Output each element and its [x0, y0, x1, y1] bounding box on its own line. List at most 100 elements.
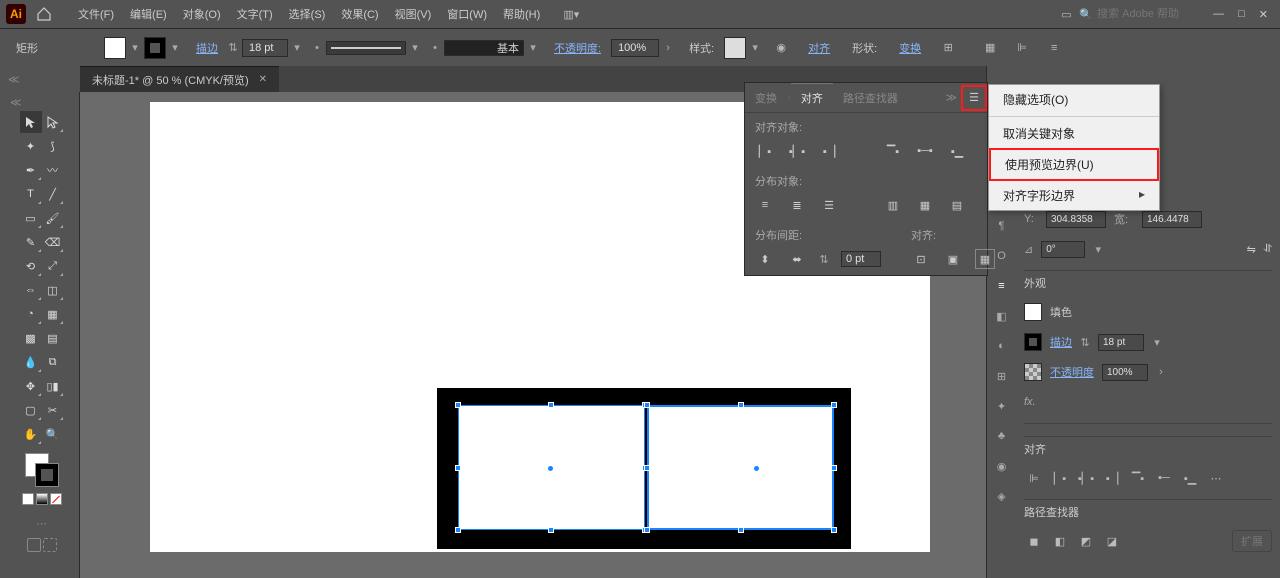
- search-input[interactable]: [1097, 8, 1197, 20]
- doc-setup-icon[interactable]: ▭: [1055, 3, 1077, 25]
- chevron-down-icon[interactable]: ▾: [292, 41, 302, 54]
- layout-icon[interactable]: ▥▾: [560, 3, 582, 25]
- direct-selection-tool[interactable]: [42, 111, 64, 133]
- fill-swatch[interactable]: [104, 37, 126, 59]
- selected-rect-2[interactable]: [647, 405, 834, 530]
- eraser-tool[interactable]: ⌫: [42, 231, 64, 253]
- slice-tool[interactable]: ✂: [42, 399, 64, 421]
- chevron-down-icon[interactable]: ▾: [130, 41, 140, 54]
- align-left-icon[interactable]: ▏▪: [755, 141, 775, 161]
- document-tab[interactable]: 未标题-1* @ 50 % (CMYK/预览) ✕: [80, 66, 279, 93]
- align-right-mini[interactable]: ▪▕: [1102, 468, 1122, 488]
- menu-align-glyph[interactable]: 对齐字形边界: [989, 181, 1159, 210]
- minimize-button[interactable]: —: [1213, 8, 1224, 21]
- stroke-swatch[interactable]: [144, 37, 166, 59]
- close-button[interactable]: ✕: [1259, 8, 1268, 21]
- transparency-icon[interactable]: ◐: [992, 336, 1012, 356]
- y-input[interactable]: [1046, 211, 1106, 228]
- angle-input[interactable]: [1041, 241, 1085, 258]
- pathfinder-intersect-icon[interactable]: ◩: [1076, 531, 1096, 551]
- stroke-label[interactable]: 描边: [190, 38, 224, 58]
- align-vcenter-mini[interactable]: ▪─: [1154, 468, 1174, 488]
- panel-flyout-menu[interactable]: ☰: [961, 85, 987, 111]
- stroke-panel-icon[interactable]: ≡: [992, 276, 1012, 296]
- align-hcenter-icon[interactable]: ▪▏▪: [787, 141, 807, 161]
- stroke-panel-label[interactable]: 描边: [1050, 334, 1072, 350]
- align-bottom-mini[interactable]: ▪▁: [1180, 468, 1200, 488]
- width-tool[interactable]: ⇔: [20, 279, 42, 301]
- collapse-toolbar-icon[interactable]: ≪: [0, 66, 80, 92]
- align-label[interactable]: 对齐: [802, 38, 836, 58]
- distribute-vcenter-icon[interactable]: ≣: [787, 195, 807, 215]
- align-more-icon[interactable]: ⋯: [1206, 468, 1226, 488]
- pathfinder-unite-icon[interactable]: ◼: [1024, 531, 1044, 551]
- curvature-tool[interactable]: 〰: [42, 159, 64, 181]
- chevron-right-icon[interactable]: ›: [663, 42, 673, 54]
- align-panel-icon[interactable]: ⊫: [1011, 37, 1033, 59]
- menu-help[interactable]: 帮助(H): [495, 2, 548, 26]
- eyedropper-tool[interactable]: 💧: [20, 351, 42, 373]
- brush-definition[interactable]: 基本: [444, 40, 524, 56]
- fill-color-swatch[interactable]: [1024, 303, 1042, 321]
- line-tool[interactable]: ╱: [42, 183, 64, 205]
- lasso-tool[interactable]: ⟆: [42, 135, 64, 157]
- menu-file[interactable]: 文件(F): [70, 2, 122, 26]
- artboard-tool[interactable]: ▢: [20, 399, 42, 421]
- fill-stroke-swatch[interactable]: [25, 453, 59, 487]
- flip-v-icon[interactable]: ⥯: [1264, 243, 1272, 256]
- isolate-icon[interactable]: ▦: [979, 37, 1001, 59]
- align-right-icon[interactable]: ▪▕: [819, 141, 839, 161]
- align-top-mini[interactable]: ▔▪: [1128, 468, 1148, 488]
- expand-button[interactable]: 扩展: [1232, 530, 1272, 552]
- shape-builder-tool[interactable]: ◔: [20, 303, 42, 325]
- transform-label[interactable]: 变换: [893, 38, 927, 58]
- distribute-right-icon[interactable]: ▤: [947, 195, 967, 215]
- align-to-selection-icon[interactable]: ⊡: [911, 249, 931, 269]
- scale-tool[interactable]: ⤢: [42, 255, 64, 277]
- mesh-tool[interactable]: ▩: [20, 327, 42, 349]
- rotate-tool[interactable]: ⟲: [20, 255, 42, 277]
- distribute-left-icon[interactable]: ▥: [883, 195, 903, 215]
- menu-type[interactable]: 文字(T): [229, 2, 281, 26]
- align-top-icon[interactable]: ▔▪: [883, 141, 903, 161]
- align-hcenter-mini[interactable]: ▪▏▪: [1076, 468, 1096, 488]
- panel-menu-icon[interactable]: ≡: [1043, 37, 1065, 59]
- edit-toolbar-icon[interactable]: [43, 538, 57, 552]
- menu-select[interactable]: 选择(S): [281, 2, 334, 26]
- tab-pathfinder[interactable]: 路径查找器: [833, 84, 908, 112]
- search-box[interactable]: 🔍: [1079, 8, 1197, 21]
- menu-object[interactable]: 对象(O): [175, 2, 229, 26]
- menu-use-preview-bounds[interactable]: 使用预览边界(U): [989, 148, 1159, 181]
- registration-icon[interactable]: ⊞: [937, 37, 959, 59]
- horizontal-spacing-icon[interactable]: ⬌: [787, 249, 807, 269]
- opacity-panel-label[interactable]: 不透明度: [1050, 364, 1094, 380]
- collapse-tools-icon[interactable]: ≪: [4, 96, 79, 109]
- magic-wand-tool[interactable]: ✦: [20, 135, 42, 157]
- shaper-tool[interactable]: ✎: [20, 231, 42, 253]
- align-vcenter-icon[interactable]: ▪─▪: [915, 141, 935, 161]
- stepper-icon[interactable]: ⇅: [228, 41, 238, 54]
- brushes-icon[interactable]: ✦: [992, 396, 1012, 416]
- free-transform-tool[interactable]: ◫: [42, 279, 64, 301]
- opacity-label[interactable]: 不透明度:: [548, 38, 607, 58]
- hand-tool[interactable]: ✋: [20, 423, 42, 445]
- graphic-styles-icon[interactable]: ♣: [992, 426, 1012, 446]
- recolor-icon[interactable]: ◉: [770, 37, 792, 59]
- tab-transform[interactable]: 变换: [745, 84, 787, 112]
- stroke-weight-panel-input[interactable]: [1098, 334, 1144, 351]
- distribute-top-icon[interactable]: ≡: [755, 195, 775, 215]
- chevron-down-icon[interactable]: ▾: [170, 41, 180, 54]
- menu-edit[interactable]: 编辑(E): [122, 2, 175, 26]
- tab-align[interactable]: 对齐: [791, 83, 833, 112]
- layers-icon[interactable]: ◈: [992, 486, 1012, 506]
- flip-h-icon[interactable]: ⇋: [1247, 243, 1256, 256]
- symbol-sprayer-tool[interactable]: ✥: [20, 375, 42, 397]
- close-tab-icon[interactable]: ✕: [259, 74, 267, 85]
- pathfinder-exclude-icon[interactable]: ◪: [1102, 531, 1122, 551]
- type-tool[interactable]: T: [20, 183, 42, 205]
- gradient-mode-icon[interactable]: [36, 493, 48, 505]
- home-icon[interactable]: [34, 4, 54, 24]
- pathfinder-minus-icon[interactable]: ◧: [1050, 531, 1070, 551]
- align-to-key-icon[interactable]: ▣: [943, 249, 963, 269]
- zoom-tool[interactable]: 🔍: [42, 423, 64, 445]
